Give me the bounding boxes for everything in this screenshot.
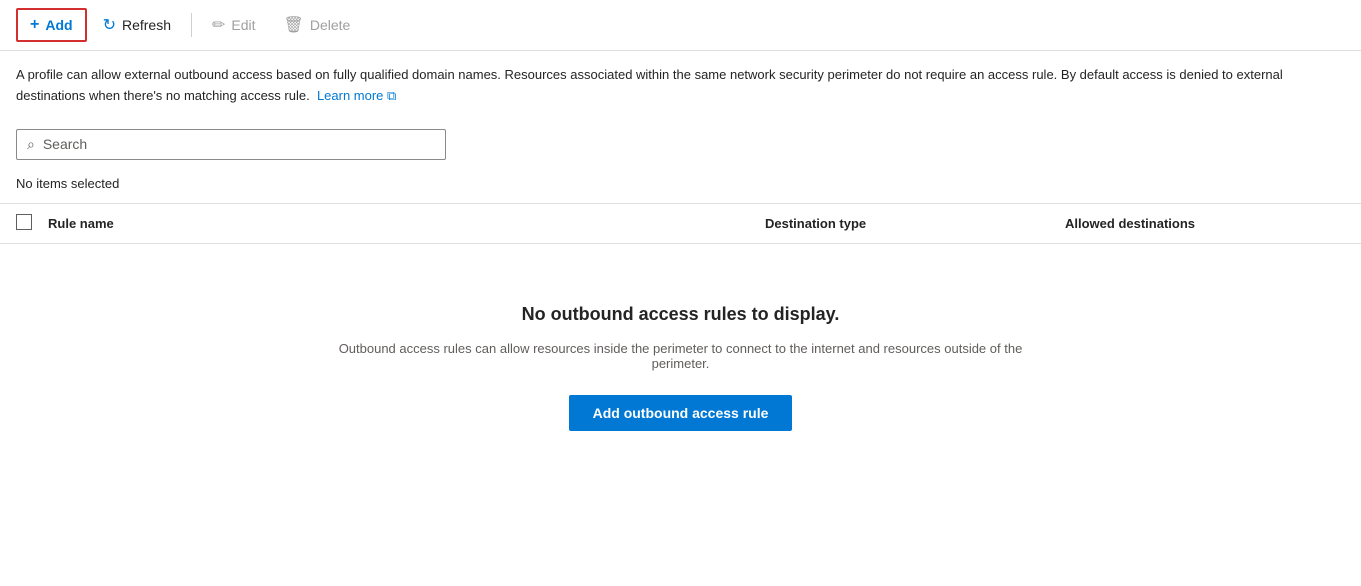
external-link-icon: ⧉ (387, 88, 396, 103)
edit-button[interactable]: ✏ Edit (200, 9, 268, 41)
search-input[interactable] (43, 136, 435, 152)
header-checkbox-col[interactable] (16, 214, 48, 233)
delete-label: Delete (310, 17, 350, 33)
edit-label: Edit (231, 17, 255, 33)
delete-icon: 🗑 (284, 15, 304, 35)
edit-icon: ✏ (212, 15, 225, 35)
search-box: ⌕ (16, 129, 446, 160)
col-rule-name-header: Rule name (48, 216, 765, 231)
empty-state: No outbound access rules to display. Out… (0, 244, 1361, 471)
add-label: Add (45, 17, 72, 33)
delete-button[interactable]: 🗑 Delete (272, 9, 363, 41)
no-items-label: No items selected (0, 168, 1361, 199)
empty-state-title: No outbound access rules to display. (522, 304, 840, 325)
toolbar-separator (191, 13, 192, 37)
toolbar: + Add ↻ Refresh ✏ Edit 🗑 Delete (0, 0, 1361, 51)
add-icon: + (30, 16, 39, 34)
description-text: A profile can allow external outbound ac… (16, 67, 1283, 103)
description-area: A profile can allow external outbound ac… (0, 51, 1340, 121)
col-allowed-dest-header: Allowed destinations (1065, 216, 1345, 231)
refresh-label: Refresh (122, 17, 171, 33)
search-area: ⌕ (0, 121, 1361, 168)
col-dest-type-header: Destination type (765, 216, 1065, 231)
select-all-checkbox[interactable] (16, 214, 32, 230)
refresh-icon: ↻ (103, 15, 116, 35)
learn-more-link[interactable]: Learn more ⧉ (317, 88, 396, 103)
empty-state-description: Outbound access rules can allow resource… (331, 341, 1031, 371)
table-header: Rule name Destination type Allowed desti… (0, 203, 1361, 244)
add-button[interactable]: + Add (16, 8, 87, 42)
refresh-button[interactable]: ↻ Refresh (91, 9, 183, 41)
search-icon: ⌕ (27, 136, 35, 153)
add-outbound-rule-button[interactable]: Add outbound access rule (569, 395, 793, 431)
